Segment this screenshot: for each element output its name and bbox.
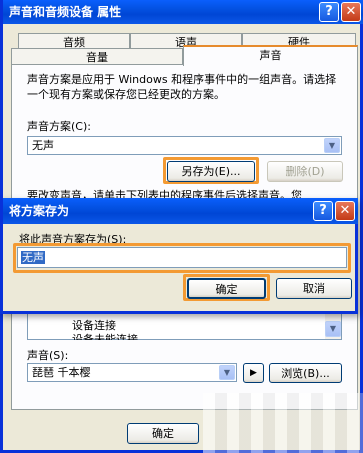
close-icon[interactable]: ✕ [335, 201, 355, 221]
sound-dropdown[interactable]: 琵琶 千本樱 ▼ [27, 363, 237, 382]
scheme-name-input[interactable]: 无声 [17, 247, 347, 268]
scheme-name-value: 无声 [21, 251, 45, 264]
close-icon[interactable]: ✕ [341, 2, 361, 22]
sound-label: 声音(S): [27, 349, 69, 362]
scheme-dropdown[interactable]: 无声 ▼ [27, 136, 342, 155]
watermark-overlay [203, 393, 363, 453]
chevron-down-icon[interactable]: ▼ [324, 138, 340, 153]
play-icon: ▶ [250, 368, 257, 378]
window-titlebar[interactable]: 声音和音频设备 属性 [3, 0, 363, 24]
dialog-titlebar[interactable]: 将方案存为 [3, 198, 358, 224]
save-scheme-dialog: 将方案存为 ? ✕ 将此声音方案存为(S): 无声 确定 取消 [0, 198, 358, 314]
scheme-description: 声音方案是应用于 Windows 和程序事件中的一组声音。请选择一个现有方案或保… [27, 73, 337, 101]
dialog-cancel-button[interactable]: 取消 [276, 278, 352, 299]
chevron-down-icon[interactable]: ▼ [219, 365, 235, 380]
play-button[interactable]: ▶ [243, 363, 264, 383]
sound-dropdown-value: 琵琶 千本樱 [32, 366, 91, 379]
help-icon[interactable]: ? [313, 201, 333, 221]
window-title: 声音和音频设备 属性 [9, 5, 122, 19]
scroll-down-icon[interactable]: ▼ [325, 321, 341, 337]
tab-sounds[interactable]: 声音 [183, 45, 358, 66]
dialog-title: 将方案存为 [9, 204, 70, 218]
browse-button[interactable]: 浏览(B)... [269, 363, 342, 383]
scheme-dropdown-value: 无声 [32, 139, 54, 152]
scheme-label: 声音方案(C): [27, 120, 91, 133]
delete-button[interactable]: 删除(D) [267, 161, 343, 182]
list-item[interactable]: 设备未能连接 [72, 331, 138, 340]
help-icon[interactable]: ? [319, 2, 339, 22]
ok-button[interactable]: 确定 [127, 423, 199, 444]
dialog-ok-button[interactable]: 确定 [187, 278, 266, 299]
save-as-button[interactable]: 另存为(E)... [167, 161, 255, 182]
